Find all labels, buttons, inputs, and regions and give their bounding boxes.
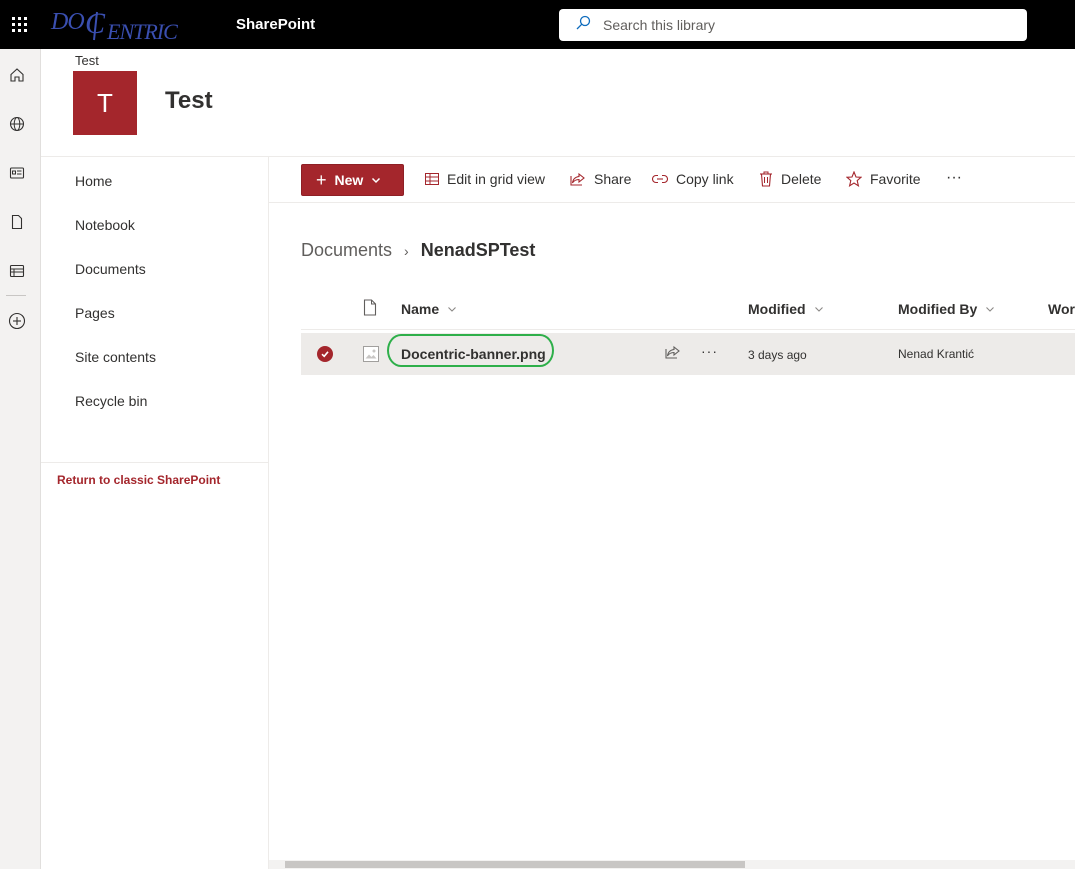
file-type-column-header[interactable] — [363, 299, 377, 316]
delete-button[interactable]: Delete — [759, 171, 821, 187]
modified-by-column-label: Modified By — [898, 301, 978, 317]
modified-column-label: Modified — [748, 301, 806, 317]
chevron-down-icon — [814, 301, 824, 317]
row-share-icon[interactable] — [665, 345, 681, 364]
file-icon[interactable] — [0, 202, 33, 242]
star-icon — [846, 171, 862, 187]
suite-bar: DO C ENTRIC SharePoint — [0, 0, 1075, 49]
breadcrumb-current-folder[interactable]: NenadSPTest — [421, 240, 536, 261]
favorite-button[interactable]: Favorite — [846, 171, 921, 187]
nav-item-recycle-bin[interactable]: Recycle bin — [75, 393, 147, 409]
more-commands-button[interactable]: ··· — [946, 169, 962, 187]
list-icon[interactable] — [0, 251, 33, 291]
share-icon — [570, 172, 585, 186]
list-header: Name Modified Modified By Wor — [301, 290, 1075, 330]
workflow-column-header[interactable]: Wor — [1048, 301, 1075, 317]
image-file-icon — [363, 346, 379, 367]
app-bar — [0, 49, 41, 869]
name-column-label: Name — [401, 301, 440, 317]
grid-icon — [425, 173, 439, 185]
news-icon[interactable] — [0, 153, 33, 193]
breadcrumb-documents[interactable]: Documents — [301, 240, 392, 261]
add-circle-icon[interactable] — [0, 301, 33, 341]
row-modified: 3 days ago — [748, 348, 807, 362]
return-to-classic-link[interactable]: Return to classic SharePoint — [57, 473, 220, 487]
copy-link-button[interactable]: Copy link — [652, 171, 734, 187]
nav-item-home[interactable]: Home — [75, 173, 112, 189]
search-box[interactable] — [559, 9, 1027, 41]
horizontal-scrollbar[interactable] — [269, 860, 1075, 869]
appbar-divider — [6, 295, 26, 296]
row-modified-by[interactable]: Nenad Krantić — [898, 347, 974, 361]
nav-divider — [41, 462, 269, 463]
chevron-down-icon — [447, 301, 457, 317]
site-logo[interactable]: T — [73, 71, 137, 135]
name-column-header[interactable]: Name — [401, 301, 457, 317]
table-row[interactable]: Docentric-banner.png ··· 3 days ago Nena… — [301, 333, 1075, 375]
horizontal-scrollbar-thumb[interactable] — [285, 861, 745, 868]
svg-text:ENTRIC: ENTRIC — [106, 19, 178, 44]
plus-icon: + — [316, 170, 327, 190]
row-selected-checkmark-icon[interactable] — [317, 346, 333, 362]
search-input[interactable] — [603, 17, 1003, 33]
document-icon — [363, 299, 377, 316]
app-launcher-waffle-icon[interactable] — [0, 0, 40, 49]
suite-title[interactable]: SharePoint — [236, 16, 315, 33]
delete-label: Delete — [781, 171, 822, 187]
library-breadcrumb: Documents › NenadSPTest — [301, 240, 535, 261]
left-navigation: Home Notebook Documents Pages Site conte… — [41, 157, 269, 869]
breadcrumb-chevron-icon: › — [404, 242, 409, 259]
copy-link-label: Copy link — [676, 171, 734, 187]
favorite-label: Favorite — [870, 171, 921, 187]
search-icon — [575, 15, 591, 36]
new-button[interactable]: + New — [301, 164, 404, 196]
nav-item-documents[interactable]: Documents — [75, 261, 146, 277]
svg-text:DO: DO — [50, 9, 84, 35]
link-icon — [652, 174, 668, 184]
nav-item-site-contents[interactable]: Site contents — [75, 349, 156, 365]
file-name-link[interactable]: Docentric-banner.png — [401, 346, 546, 362]
site-header: Test T Test — [41, 49, 1075, 157]
edit-grid-view-label: Edit in grid view — [447, 171, 546, 187]
edit-grid-view-button[interactable]: Edit in grid view — [425, 171, 545, 187]
new-button-label: New — [334, 172, 364, 188]
command-bar: + New Edit in grid view Share Copy link … — [269, 157, 1075, 203]
globe-icon[interactable] — [0, 104, 33, 144]
modified-by-column-header[interactable]: Modified By — [898, 301, 995, 317]
docentric-logo[interactable]: DO C ENTRIC — [49, 4, 201, 44]
home-icon[interactable] — [0, 55, 33, 95]
chevron-down-icon — [985, 301, 995, 317]
site-breadcrumb[interactable]: Test — [75, 53, 99, 68]
nav-item-pages[interactable]: Pages — [75, 305, 115, 321]
site-title[interactable]: Test — [165, 87, 213, 115]
row-more-actions-button[interactable]: ··· — [701, 343, 718, 359]
share-label: Share — [594, 171, 632, 187]
trash-icon — [760, 171, 772, 187]
nav-item-notebook[interactable]: Notebook — [75, 217, 135, 233]
modified-column-header[interactable]: Modified — [748, 301, 824, 317]
workflow-column-label: Wor — [1048, 301, 1075, 317]
chevron-down-icon — [371, 172, 381, 188]
share-button[interactable]: Share — [570, 171, 631, 187]
